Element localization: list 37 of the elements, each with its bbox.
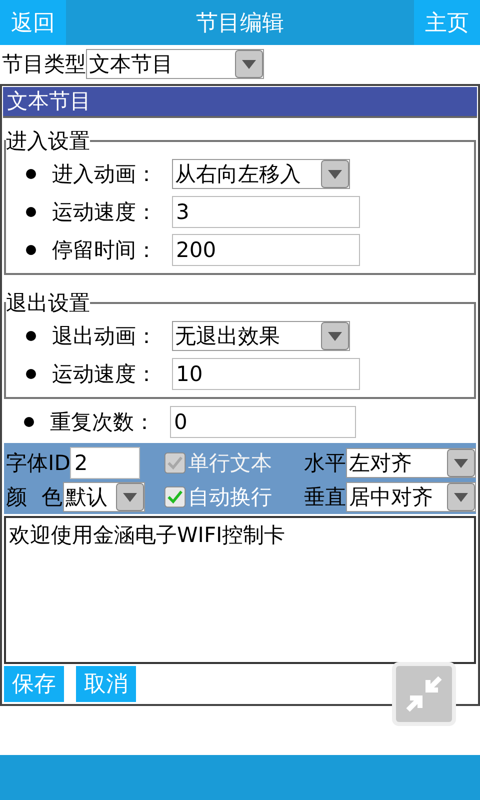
field-label: 运动速度： [52,361,158,388]
bullet-icon [26,331,36,341]
checkbox-label: 自动换行 [188,484,272,511]
dropdown[interactable]: 从右向左移入 [172,159,350,189]
input-field[interactable]: 3 [172,196,360,228]
field-label: 垂直 [304,484,346,511]
field-label: 颜 色 [6,484,63,511]
content-text-area[interactable]: 欢迎使用金涵电子WIFI控制卡 [4,516,476,664]
group-legend: 退出设置 [6,289,90,317]
checkbox-label: 单行文本 [188,450,272,477]
dropdown[interactable]: 左对齐 [346,448,476,478]
page-title: 节目编辑 [196,10,284,38]
field-label: 退出动画： [52,323,158,350]
input-field[interactable]: 2 [70,447,140,479]
field-label: 运动速度： [52,199,158,226]
panel-title: 文本节目 [3,87,477,118]
field-label: 水平 [304,450,346,477]
bullet-icon [24,417,34,427]
field-label: 停留时间： [52,237,158,264]
dropdown[interactable]: 默认 [62,482,145,512]
input-field[interactable]: 0 [170,406,356,438]
field-label: 字体ID [6,450,70,477]
bullet-icon [26,169,36,179]
checkbox[interactable] [164,486,186,508]
input-field[interactable]: 10 [172,358,360,390]
field-label: 进入动画： [52,161,158,188]
bullet-icon [26,207,36,217]
program-type-dropdown[interactable]: 文本节目 [86,49,264,79]
field-label: 重复次数： [50,409,156,436]
group-legend: 进入设置 [6,127,90,155]
collapse-button[interactable] [396,666,452,722]
program-type-label: 节目类型 [2,51,86,78]
input-field[interactable]: 200 [172,234,360,266]
bullet-icon [26,369,36,379]
dropdown[interactable]: 居中对齐 [346,482,476,512]
dropdown[interactable]: 无退出效果 [172,321,350,351]
bullet-icon [26,245,36,255]
